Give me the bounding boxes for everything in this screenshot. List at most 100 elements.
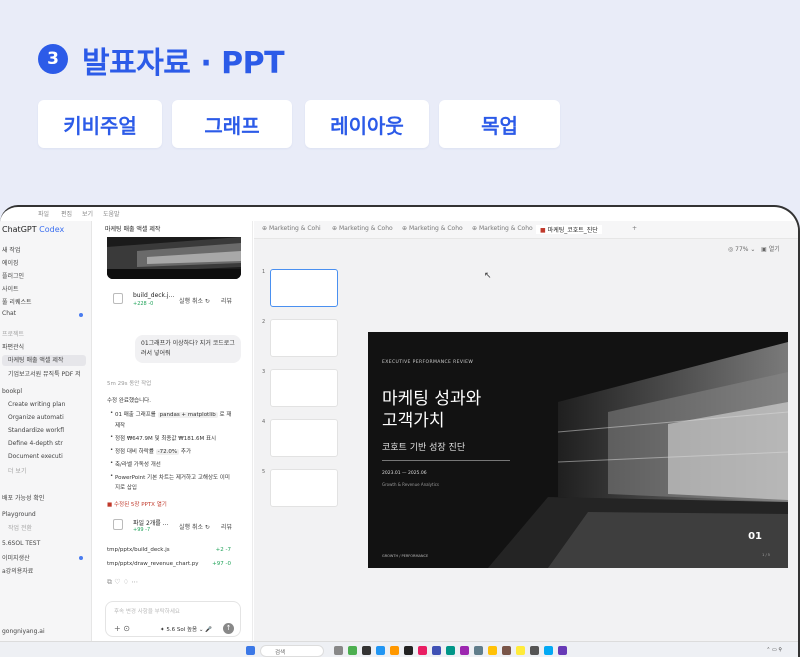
slide-preview: EXECUTIVE PERFORMANCE REVIEW 마케팅 성과와 고객가… — [368, 332, 788, 568]
reply-bullet: PowerPoint 기본 차트는 제거하고 고해상도 이미 — [110, 473, 230, 481]
step-badge: 3 — [38, 44, 68, 74]
reply-intro: 수정 완료했습니다. — [107, 398, 151, 404]
sidebar-user[interactable]: gongniyang.ai — [2, 628, 86, 635]
sidebar-group-item[interactable]: Document executi — [2, 453, 86, 460]
sidebar-project-item[interactable]: 기업보고서원 뮤직툭 PDF 저 — [2, 369, 86, 378]
add-icon[interactable]: + ⊙ — [114, 624, 130, 633]
menu-file[interactable]: 파일 — [38, 209, 49, 218]
taskbar-search[interactable]: 검색 — [260, 645, 324, 657]
app-icon[interactable] — [348, 646, 357, 655]
tab-active[interactable]: ■ 마케팅_코호트_진단 — [536, 225, 602, 234]
system-tray[interactable]: ⌃ ▭ ⚲ — [766, 647, 782, 653]
app-icon[interactable] — [502, 646, 511, 655]
sidebar-group-item[interactable]: Organize automati — [2, 414, 86, 421]
sidebar-item[interactable]: 5.6SOL TEST — [2, 540, 86, 547]
slide-date: 2023.01 — 2025.06 — [382, 471, 427, 476]
sidebar-sites[interactable]: 사이트 — [2, 284, 86, 293]
app-icon[interactable] — [418, 646, 427, 655]
sidebar-group-item[interactable]: Create writing plan — [2, 401, 86, 408]
chat-input-placeholder: 후속 변경 사항을 부탁하세요 — [114, 609, 180, 615]
tab[interactable]: ⊕ Marketing & Coho — [472, 225, 533, 232]
chat-panel: 마케팅 매출 액셀 제작 build_deck.j... +228 -0 실행 … — [93, 221, 253, 641]
sidebar-group-item[interactable]: Define 4-depth str — [2, 440, 86, 447]
reply-bullet: 정점 대비 하락률 -72.0% 추가 — [110, 447, 191, 455]
slide-number: 2 — [262, 319, 266, 325]
sidebar-chat[interactable]: Chat — [2, 310, 86, 317]
sidebar-item[interactable]: a강의용자료 — [2, 566, 86, 575]
slide-eyebrow: EXECUTIVE PERFORMANCE REVIEW — [382, 360, 474, 365]
app-icon[interactable] — [488, 646, 497, 655]
slide-divider — [382, 460, 510, 461]
sidebar-group-item[interactable]: Standardize workfl — [2, 427, 86, 434]
slide-thumbnail[interactable] — [270, 369, 338, 407]
sidebar-pull-requests[interactable]: 풀 리퀘스트 — [2, 297, 86, 306]
file-change-card[interactable]: 파일 2개를 ... +99 -7 실행 취소 ↻ 리뷰 — [107, 515, 241, 539]
sidebar: ChatGPT Codex 새 작업 에이징 플러그인 사이트 풀 리퀘스트 C… — [0, 221, 92, 641]
send-button[interactable]: ↑ — [223, 623, 234, 634]
tag-layout: 레이아웃 — [305, 100, 429, 148]
slide-page: 1 / 5 — [762, 553, 770, 557]
slide-thumbnail[interactable] — [270, 469, 338, 507]
tab-bar: ⊕ Marketing & Cohi ⊕ Marketing & Coho ⊕ … — [254, 221, 798, 239]
slide-thumbnail[interactable] — [270, 419, 338, 457]
app-icon[interactable] — [516, 646, 525, 655]
menu-help[interactable]: 도움말 — [103, 209, 120, 218]
app-icon[interactable] — [474, 646, 483, 655]
menu-view[interactable]: 보기 — [82, 209, 93, 218]
sidebar-plugins[interactable]: 플러그인 — [2, 271, 86, 280]
sidebar-item[interactable]: 이미지생산 — [2, 553, 86, 562]
slide-thumbnail-selected[interactable] — [270, 269, 338, 307]
slide-number: 3 — [262, 369, 266, 375]
sidebar-item[interactable]: 작업 전환 — [2, 523, 86, 532]
open-pptx-link[interactable]: ■ 수정된 5장 PPTX 열기 — [107, 500, 167, 508]
undo-button[interactable]: 실행 취소 ↻ — [179, 296, 210, 305]
file-icon — [113, 519, 123, 530]
reply-bullet: 01 매출 그래프를 pandas + matplotlib 로 재 — [110, 410, 231, 418]
tab[interactable]: ⊕ Marketing & Coho — [402, 225, 463, 232]
new-tab-icon[interactable]: + — [632, 225, 637, 232]
review-button[interactable]: 리뷰 — [221, 522, 232, 531]
menu-edit[interactable]: 편집 — [61, 209, 72, 218]
work-duration[interactable]: 5m 29s 동안 작업 — [107, 379, 151, 387]
app-brand: ChatGPT Codex — [2, 225, 65, 234]
tab[interactable]: ⊕ Marketing & Cohi — [262, 225, 321, 232]
slide-section-number: 01 — [748, 531, 762, 542]
sidebar-item[interactable]: 배포 가능성 확인 — [2, 493, 86, 502]
app-icon[interactable] — [544, 646, 553, 655]
app-icon[interactable] — [376, 646, 385, 655]
unread-dot — [79, 556, 83, 560]
message-actions[interactable]: ⧉ ♡ ♢ ⋯ — [107, 578, 138, 587]
changed-file-row[interactable]: tmp/pptx/build_deck.js +2 -7 — [107, 547, 241, 553]
app-icon[interactable] — [390, 646, 399, 655]
app-icon[interactable] — [446, 646, 455, 655]
windows-start-icon[interactable] — [246, 646, 255, 655]
slide-dept: Growth & Revenue Analytics — [382, 482, 439, 487]
chat-input[interactable]: 후속 변경 사항을 부탁하세요 + ⊙ ✦ 5.6 Sol 높음 ⌄ 🎤 ↑ — [105, 601, 241, 637]
file-change-card[interactable]: build_deck.j... +228 -0 실행 취소 ↻ 리뷰 — [107, 289, 241, 313]
app-icon[interactable] — [362, 646, 371, 655]
tab[interactable]: ⊕ Marketing & Coho — [332, 225, 393, 232]
zoom-control[interactable]: ◎ 77% ⌄ ▣ 열기 — [728, 244, 780, 253]
model-selector[interactable]: ✦ 5.6 Sol 높음 ⌄ 🎤 — [160, 625, 212, 633]
app-icon[interactable] — [404, 646, 413, 655]
file-name: build_deck.j... — [133, 292, 175, 299]
sidebar-new-task[interactable]: 새 작업 — [2, 245, 86, 254]
sidebar-group[interactable]: bookpl — [2, 388, 86, 395]
sidebar-aging[interactable]: 에이징 — [2, 258, 86, 267]
sidebar-more[interactable]: 더 보기 — [2, 466, 86, 475]
sidebar-project-item-selected[interactable]: 마케팅 매출 액셀 제작 — [2, 355, 86, 366]
sidebar-project[interactable]: 파편관식 — [2, 342, 86, 351]
tag-mockup: 목업 — [439, 100, 560, 148]
app-icon[interactable] — [432, 646, 441, 655]
task-view-icon[interactable] — [334, 646, 343, 655]
sidebar-item[interactable]: Playground — [2, 511, 86, 518]
slide-thumbnail[interactable] — [270, 319, 338, 357]
slide-number: 1 — [262, 269, 266, 275]
app-icon[interactable] — [530, 646, 539, 655]
changed-file-row[interactable]: tmp/pptx/draw_revenue_chart.py +97 -0 — [107, 561, 241, 567]
reply-bullet: 축/라벨 가독성 개선 — [110, 460, 161, 468]
undo-button[interactable]: 실행 취소 ↻ — [179, 522, 210, 531]
app-icon[interactable] — [460, 646, 469, 655]
app-icon[interactable] — [558, 646, 567, 655]
review-button[interactable]: 리뷰 — [221, 296, 232, 305]
